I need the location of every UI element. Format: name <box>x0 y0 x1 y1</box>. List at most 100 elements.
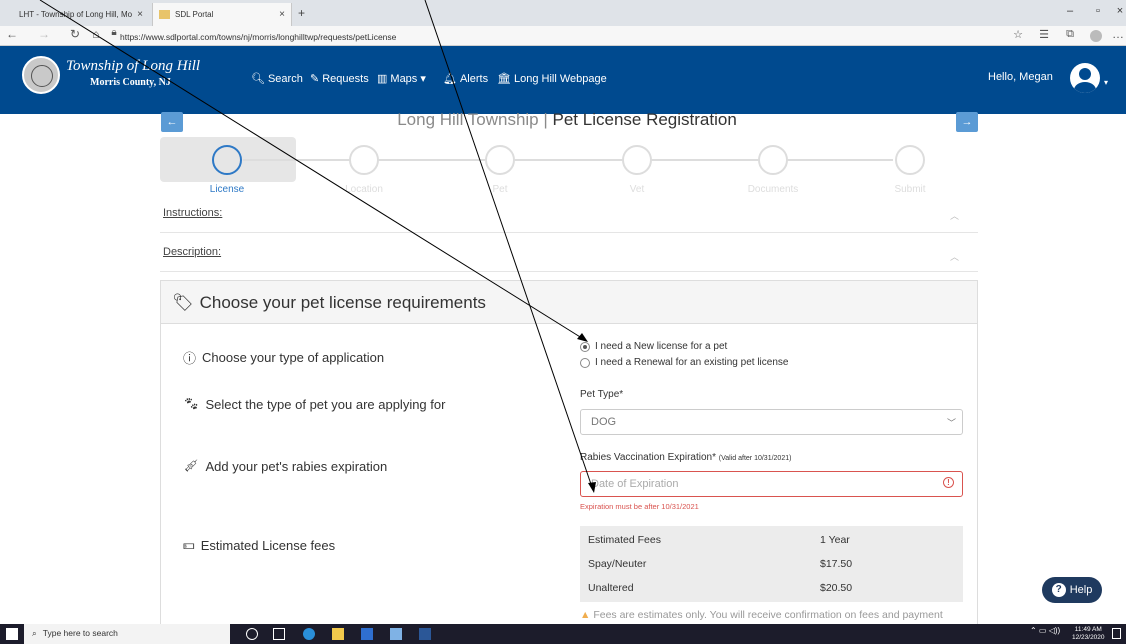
outlook-icon[interactable] <box>361 628 373 640</box>
clock[interactable]: 11:49 AM 12/23/2020 <box>1072 626 1105 642</box>
info-icon: ⓘ <box>183 351 197 366</box>
instructions-toggle[interactable]: Instructions: <box>163 207 222 219</box>
file-explorer-icon[interactable] <box>332 628 344 640</box>
refresh-icon[interactable]: ↻ <box>67 27 83 41</box>
user-menu-caret-icon[interactable]: ▾ <box>1104 78 1108 87</box>
rabies-hint: (Valid after 10/31/2021) <box>718 455 792 462</box>
rabies-label: Rabies Vaccination Expiration* (Valid af… <box>580 452 791 463</box>
divider <box>160 271 978 272</box>
tab-label: LHT - Township of Long Hill, Mo <box>19 10 133 19</box>
window-close-icon[interactable]: × <box>1110 5 1126 17</box>
pencil-icon: ✎ <box>310 73 320 85</box>
tray-icons[interactable]: ⌃ ▭ ◁)) <box>1030 626 1060 635</box>
description-toggle[interactable]: Description: <box>163 246 221 258</box>
chevron-up-icon[interactable]: ︿ <box>950 250 959 263</box>
row-label-text: Choose your type of application <box>202 350 385 365</box>
stepper-line <box>243 159 893 161</box>
clock-time: 11:49 AM <box>1074 626 1102 633</box>
fees-warning-text: Fees are estimates only. You will receiv… <box>593 609 943 621</box>
step-circle-submit[interactable] <box>895 145 925 175</box>
money-icon: 💵︎ <box>183 537 195 552</box>
app-icon[interactable] <box>390 628 402 640</box>
browser-tab-sdl[interactable]: SDL Portal × <box>152 3 292 26</box>
next-step-button[interactable]: → <box>956 112 978 132</box>
edge-icon[interactable] <box>303 628 315 640</box>
step-label-submit[interactable]: Submit <box>850 184 970 195</box>
step-circle-license[interactable] <box>212 145 242 175</box>
radio-renewal-license[interactable]: I need a Renewal for an existing pet lic… <box>580 357 788 368</box>
home-icon[interactable]: ⌂ <box>88 27 104 41</box>
caret-down-icon: ▾ <box>420 73 426 85</box>
browser-tab-lht[interactable]: LHT - Township of Long Hill, Mo × <box>8 3 148 26</box>
user-greeting[interactable]: Hello, Megan <box>988 71 1053 83</box>
nav-long-hill-webpage[interactable]: 🏛︎ Long Hill Webpage <box>497 72 607 86</box>
task-view-icon[interactable] <box>273 628 285 640</box>
favorite-star-icon[interactable]: ☆ <box>1010 28 1026 41</box>
pet-type-select[interactable]: DOG ﹀ <box>580 409 963 435</box>
rabies-error-message: Expiration must be after 10/31/2021 <box>580 502 699 511</box>
fees-header-cell: Estimated Fees <box>588 534 661 546</box>
row-label-text: Add your pet's rabies expiration <box>205 458 388 474</box>
chevron-up-icon[interactable]: ︿ <box>950 209 959 222</box>
panel-title: 🏷︎ Choose your pet license requirements <box>172 293 486 313</box>
row-label-text: Select the type of pet you are applying … <box>205 396 446 412</box>
close-tab-icon[interactable]: × <box>137 9 143 20</box>
brand-name[interactable]: Township of Long Hill <box>66 58 200 75</box>
township-seal-logo[interactable] <box>22 56 60 94</box>
collections-icon[interactable]: ⧉ <box>1062 28 1078 41</box>
step-label-vet[interactable]: Vet <box>577 184 697 195</box>
step-circle-documents[interactable] <box>758 145 788 175</box>
fees-cell: $17.50 <box>820 558 853 570</box>
error-icon: ! <box>943 477 954 488</box>
forward-icon[interactable]: → <box>36 27 52 41</box>
radio-label: I need a New license for a pet <box>595 341 728 352</box>
radio-button[interactable] <box>580 341 590 352</box>
previous-step-button[interactable]: ← <box>161 112 183 132</box>
address-bar[interactable]: https://www.sdlportal.com/towns/nj/morri… <box>120 30 480 44</box>
maximize-icon[interactable]: ▫ <box>1088 5 1108 17</box>
panel-title-text: Choose your pet license requirements <box>199 293 486 312</box>
pet-type-row-label: 🐾︎ Select the type of pet you are applyin… <box>183 396 445 412</box>
step-label-pet[interactable]: Pet <box>440 184 560 195</box>
taskbar-search[interactable]: ⌕ Type here to search <box>24 624 230 644</box>
step-circle-pet[interactable] <box>485 145 515 175</box>
rabies-expiration-input[interactable]: Date of Expiration ! <box>580 471 963 497</box>
brand-subtitle: Morris County, NJ <box>90 77 171 88</box>
back-icon[interactable]: ← <box>4 27 20 41</box>
app-header: Township of Long Hill Morris County, NJ … <box>0 46 1126 114</box>
step-circle-vet[interactable] <box>622 145 652 175</box>
close-tab-icon[interactable]: × <box>279 9 285 20</box>
new-tab-button[interactable]: + <box>298 6 305 20</box>
page-title: Long Hill Township | Pet License Registr… <box>300 110 834 130</box>
step-label-documents[interactable]: Documents <box>713 184 833 195</box>
pet-icon: 🐾︎ <box>183 396 200 411</box>
nav-maps[interactable]: ▥ Maps ▾ <box>377 72 426 86</box>
chevron-down-icon: ﹀ <box>946 418 956 428</box>
help-label: Help <box>1069 584 1093 596</box>
radio-label: I need a Renewal for an existing pet lic… <box>595 357 789 368</box>
nav-search[interactable]: 🔍︎ Search <box>251 72 303 86</box>
nav-label: Search <box>267 72 303 85</box>
profile-icon[interactable] <box>1090 30 1102 42</box>
cortana-icon[interactable] <box>246 628 258 640</box>
step-label-license[interactable]: License <box>167 184 287 195</box>
user-avatar-icon[interactable] <box>1070 63 1100 93</box>
word-icon[interactable] <box>419 628 431 640</box>
system-tray[interactable]: ⌃ ▭ ◁)) <box>1030 627 1066 635</box>
favorites-icon[interactable]: ☰ <box>1036 28 1052 41</box>
minimize-icon[interactable]: – <box>1060 5 1080 17</box>
step-label-location[interactable]: Location <box>304 184 424 195</box>
notifications-icon[interactable] <box>1112 628 1121 639</box>
search-icon: 🔍︎ <box>251 73 265 85</box>
step-circle-location[interactable] <box>349 145 379 175</box>
nav-alerts[interactable]: 🔔︎ Alerts <box>443 72 488 86</box>
help-button[interactable]: ? Help <box>1042 577 1102 603</box>
rabies-label-text: Rabies Vaccination Expiration* <box>580 452 717 463</box>
fees-warning: ▲ Fees are estimates only. You will rece… <box>580 609 943 621</box>
fees-cell: $20.50 <box>820 582 853 594</box>
more-icon[interactable]: … <box>1110 27 1126 41</box>
radio-button[interactable] <box>580 357 590 368</box>
nav-requests[interactable]: ✎ Requests <box>310 72 369 86</box>
windows-start-icon[interactable] <box>6 628 18 640</box>
radio-new-license[interactable]: I need a New license for a pet <box>580 341 727 352</box>
